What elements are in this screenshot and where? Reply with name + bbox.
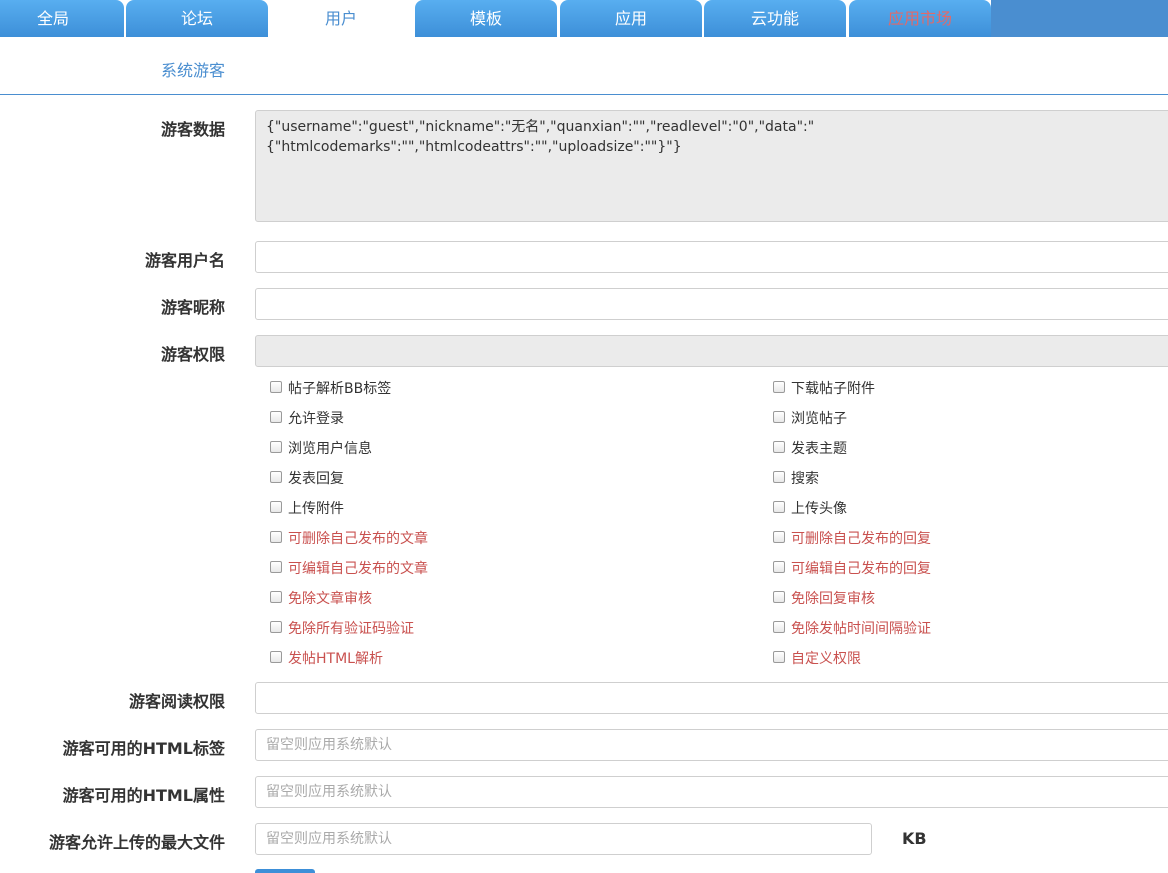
html-attrs-label: 游客可用的HTML属性 <box>62 786 225 805</box>
perm-search[interactable]: 搜索 <box>773 468 819 488</box>
checkbox-icon[interactable] <box>270 561 282 573</box>
checkbox-label: 可删除自己发布的回复 <box>791 531 931 547</box>
perm-delete-own-article[interactable]: 可删除自己发布的文章 <box>270 528 428 548</box>
permission-label: 游客权限 <box>160 345 225 364</box>
perm-download-attachment[interactable]: 下载帖子附件 <box>773 378 875 398</box>
checkbox-icon[interactable] <box>270 471 282 483</box>
section-title: 系统游客 <box>161 61 226 80</box>
nickname-label: 游客昵称 <box>160 298 225 317</box>
checkbox-icon[interactable] <box>270 411 282 423</box>
nickname-input[interactable] <box>255 288 1168 320</box>
checkbox-icon[interactable] <box>270 651 282 663</box>
checkbox-icon[interactable] <box>773 471 785 483</box>
checkbox-label: 下载帖子附件 <box>791 381 875 397</box>
html-tags-label: 游客可用的HTML标签 <box>62 739 225 758</box>
tab-cloud[interactable]: 云功能 <box>704 0 846 37</box>
perm-custom[interactable]: 自定义权限 <box>773 648 861 668</box>
guest-data-label: 游客数据 <box>160 120 225 139</box>
perm-html-parse[interactable]: 发帖HTML解析 <box>270 648 383 668</box>
tab-templates[interactable]: 模板 <box>415 0 557 37</box>
checkbox-label: 自定义权限 <box>791 651 861 667</box>
read-level-label: 游客阅读权限 <box>128 692 225 711</box>
section-divider <box>0 94 1168 95</box>
perm-edit-own-reply[interactable]: 可编辑自己发布的回复 <box>773 558 931 578</box>
tab-bar-fill <box>991 0 1168 37</box>
checkbox-icon[interactable] <box>773 501 785 513</box>
top-tab-bar: 全局 论坛 用户 模板 应用 云功能 应用市场 <box>0 0 1168 37</box>
checkbox-label: 上传头像 <box>791 501 847 517</box>
perm-parse-bbcode[interactable]: 帖子解析BB标签 <box>270 378 391 398</box>
checkbox-icon[interactable] <box>270 381 282 393</box>
checkbox-icon[interactable] <box>773 561 785 573</box>
perm-allow-login[interactable]: 允许登录 <box>270 408 344 428</box>
perm-skip-article-review[interactable]: 免除文章审核 <box>270 588 372 608</box>
tab-global[interactable]: 全局 <box>0 0 124 37</box>
checkbox-label: 发帖HTML解析 <box>288 651 383 667</box>
checkbox-icon[interactable] <box>270 591 282 603</box>
checkbox-icon[interactable] <box>773 591 785 603</box>
perm-upload-attachment[interactable]: 上传附件 <box>270 498 344 518</box>
html-tags-input[interactable] <box>255 729 1168 761</box>
perm-view-user-info[interactable]: 浏览用户信息 <box>270 438 372 458</box>
checkbox-icon[interactable] <box>270 531 282 543</box>
checkbox-label: 可删除自己发布的文章 <box>288 531 428 547</box>
checkbox-label: 发表主题 <box>791 441 847 457</box>
username-input[interactable] <box>255 241 1168 273</box>
checkbox-label: 发表回复 <box>288 471 344 487</box>
max-upload-unit: KB <box>902 829 927 848</box>
checkbox-label: 浏览帖子 <box>791 411 847 427</box>
checkbox-icon[interactable] <box>773 531 785 543</box>
tab-apps[interactable]: 应用 <box>560 0 702 37</box>
checkbox-icon[interactable] <box>773 621 785 633</box>
checkbox-label: 免除回复审核 <box>791 591 875 607</box>
checkbox-icon[interactable] <box>270 501 282 513</box>
tab-forum[interactable]: 论坛 <box>126 0 268 37</box>
checkbox-icon[interactable] <box>773 441 785 453</box>
username-label: 游客用户名 <box>144 251 225 270</box>
checkbox-label: 帖子解析BB标签 <box>288 381 392 397</box>
guest-data-textarea[interactable] <box>255 110 1168 222</box>
permission-input[interactable] <box>255 335 1168 367</box>
perm-view-posts[interactable]: 浏览帖子 <box>773 408 847 428</box>
perm-skip-post-interval[interactable]: 免除发帖时间间隔验证 <box>773 618 931 638</box>
checkbox-label: 可编辑自己发布的回复 <box>791 561 931 577</box>
checkbox-label: 免除文章审核 <box>288 591 372 607</box>
checkbox-label: 免除发帖时间间隔验证 <box>791 621 931 637</box>
read-level-input[interactable] <box>255 682 1168 714</box>
perm-upload-avatar[interactable]: 上传头像 <box>773 498 847 518</box>
perm-skip-all-captcha[interactable]: 免除所有验证码验证 <box>270 618 414 638</box>
html-attrs-input[interactable] <box>255 776 1168 808</box>
checkbox-label: 允许登录 <box>288 411 344 427</box>
perm-post-topic[interactable]: 发表主题 <box>773 438 847 458</box>
checkbox-label: 可编辑自己发布的文章 <box>288 561 428 577</box>
submit-button[interactable] <box>255 869 315 873</box>
max-upload-label: 游客允许上传的最大文件 <box>48 833 225 852</box>
tab-app-market[interactable]: 应用市场 <box>849 0 991 37</box>
max-upload-input[interactable] <box>255 823 872 855</box>
checkbox-label: 免除所有验证码验证 <box>288 621 414 637</box>
perm-delete-own-reply[interactable]: 可删除自己发布的回复 <box>773 528 931 548</box>
tab-users[interactable]: 用户 <box>270 0 412 37</box>
perm-edit-own-article[interactable]: 可编辑自己发布的文章 <box>270 558 428 578</box>
perm-skip-reply-review[interactable]: 免除回复审核 <box>773 588 875 608</box>
checkbox-icon[interactable] <box>270 621 282 633</box>
checkbox-label: 上传附件 <box>288 501 344 517</box>
checkbox-icon[interactable] <box>773 651 785 663</box>
checkbox-icon[interactable] <box>773 381 785 393</box>
checkbox-label: 浏览用户信息 <box>288 441 372 457</box>
perm-post-reply[interactable]: 发表回复 <box>270 468 344 488</box>
checkbox-icon[interactable] <box>773 411 785 423</box>
checkbox-icon[interactable] <box>270 441 282 453</box>
checkbox-label: 搜索 <box>791 471 819 487</box>
